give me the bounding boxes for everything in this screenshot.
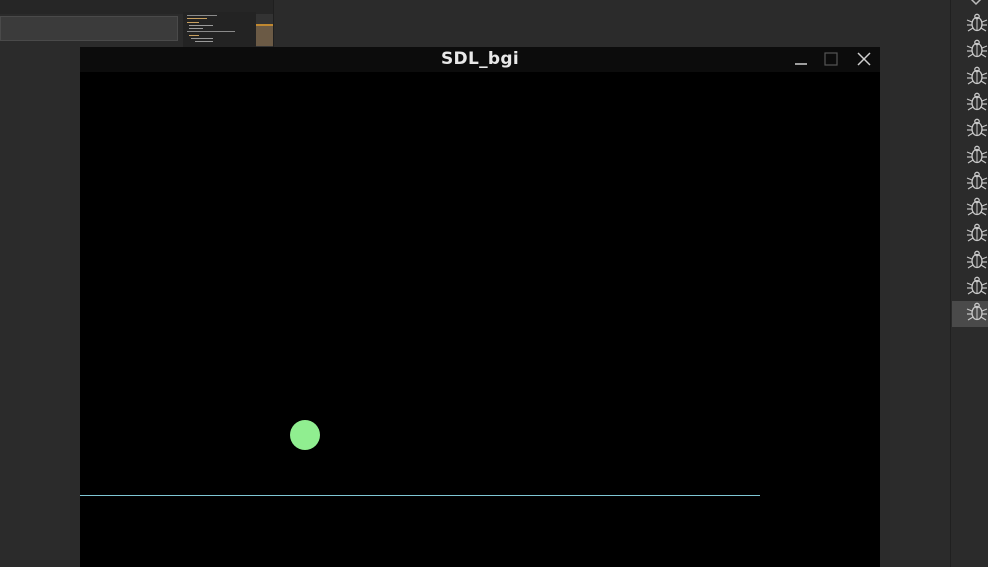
minimap-line [189,28,203,29]
bouncing-ball [290,420,320,450]
bug-icon [966,38,988,64]
minimap-line [189,25,213,26]
ground-line [80,495,760,496]
bug-icon [966,144,988,170]
debug-list-item[interactable] [952,12,988,38]
debug-list-item[interactable] [952,117,988,143]
bug-icon [966,117,988,143]
bug-icon [966,12,988,38]
sdl-window[interactable]: SDL_bgi [80,47,880,567]
ide-search-field[interactable] [0,16,178,41]
bug-icon [966,91,988,117]
debug-list-item[interactable] [952,301,988,328]
minimap-line [187,22,199,23]
bug-icon [966,170,988,196]
window-title: SDL_bgi [441,49,519,69]
minimap-line [187,15,217,16]
maximize-button[interactable] [821,50,841,68]
bug-icon [966,301,988,327]
bug-icon [966,196,988,222]
chevron-down-icon[interactable] [968,0,984,8]
minimap-line [187,18,207,19]
debug-list-item[interactable] [952,38,988,64]
debug-list-item[interactable] [952,144,988,170]
ide-minimap[interactable] [183,12,256,48]
debug-list-item[interactable] [952,65,988,91]
minimap-line [187,31,235,32]
debug-list-item[interactable] [952,196,988,222]
bug-icon [966,249,988,275]
graphics-canvas[interactable] [80,72,880,567]
minimize-button[interactable] [791,50,811,68]
close-button[interactable] [854,50,874,68]
divider [273,0,274,48]
minimap-line [195,41,213,42]
bug-icon [966,65,988,91]
scrollbar-thumb[interactable] [256,24,273,46]
ide-scrollbar[interactable] [256,14,273,48]
bug-icon [966,222,988,248]
bug-icon [966,275,988,301]
debug-list-item[interactable] [952,222,988,248]
debug-list-item[interactable] [952,249,988,275]
minimap-line [189,35,199,36]
minimap-line [191,38,213,39]
debug-list-item[interactable] [952,91,988,117]
debug-list-item[interactable] [952,275,988,301]
window-titlebar[interactable]: SDL_bgi [80,47,880,72]
debug-list-item[interactable] [952,170,988,196]
